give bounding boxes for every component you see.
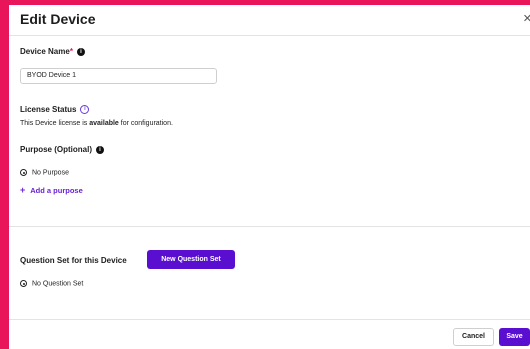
purpose-label-text: Purpose (Optional) bbox=[20, 145, 92, 154]
info-icon[interactable]: i bbox=[76, 47, 85, 56]
footer-divider bbox=[9, 319, 530, 320]
device-name-label-text: Device Name bbox=[20, 47, 70, 56]
info-icon[interactable]: i bbox=[96, 145, 104, 154]
plus-icon: + bbox=[20, 185, 26, 195]
device-name-label: Device Name* i bbox=[20, 47, 85, 56]
radio-selected-icon[interactable] bbox=[20, 280, 27, 287]
new-question-set-button[interactable]: New Question Set bbox=[147, 250, 235, 269]
required-asterisk: * bbox=[69, 47, 73, 56]
no-question-set-radio[interactable]: No Question Set bbox=[20, 280, 83, 287]
question-set-label: Question Set for this Device bbox=[20, 256, 127, 265]
no-question-set-label: No Question Set bbox=[32, 280, 84, 288]
add-purpose-link[interactable]: + Add a purpose bbox=[20, 185, 83, 195]
cancel-button[interactable]: Cancel bbox=[453, 328, 494, 346]
info-outline-icon[interactable]: i bbox=[80, 105, 90, 115]
add-purpose-label: Add a purpose bbox=[30, 186, 83, 195]
license-status-value: available bbox=[89, 120, 119, 127]
radio-selected-icon[interactable] bbox=[20, 169, 27, 176]
edit-device-dialog: Edit Device ✕ Device Name* i BYOD Device … bbox=[9, 5, 530, 349]
dialog-title: Edit Device bbox=[20, 11, 96, 27]
section-divider bbox=[9, 226, 530, 227]
no-purpose-radio[interactable]: No Purpose bbox=[20, 169, 69, 176]
license-text-suffix: for configuration. bbox=[118, 120, 173, 127]
license-status-label-text: License Status bbox=[20, 105, 77, 114]
close-icon[interactable]: ✕ bbox=[523, 12, 530, 25]
purpose-label: Purpose (Optional) i bbox=[20, 145, 104, 154]
license-status-text: This Device license is available for con… bbox=[20, 120, 173, 127]
no-purpose-label: No Purpose bbox=[32, 169, 69, 177]
save-button[interactable]: Save bbox=[499, 328, 530, 346]
dialog-header: Edit Device ✕ bbox=[9, 5, 530, 36]
device-name-input[interactable]: BYOD Device 1 bbox=[20, 68, 217, 84]
license-status-label: License Status i bbox=[20, 105, 90, 115]
license-text-prefix: This Device license is bbox=[20, 120, 90, 127]
